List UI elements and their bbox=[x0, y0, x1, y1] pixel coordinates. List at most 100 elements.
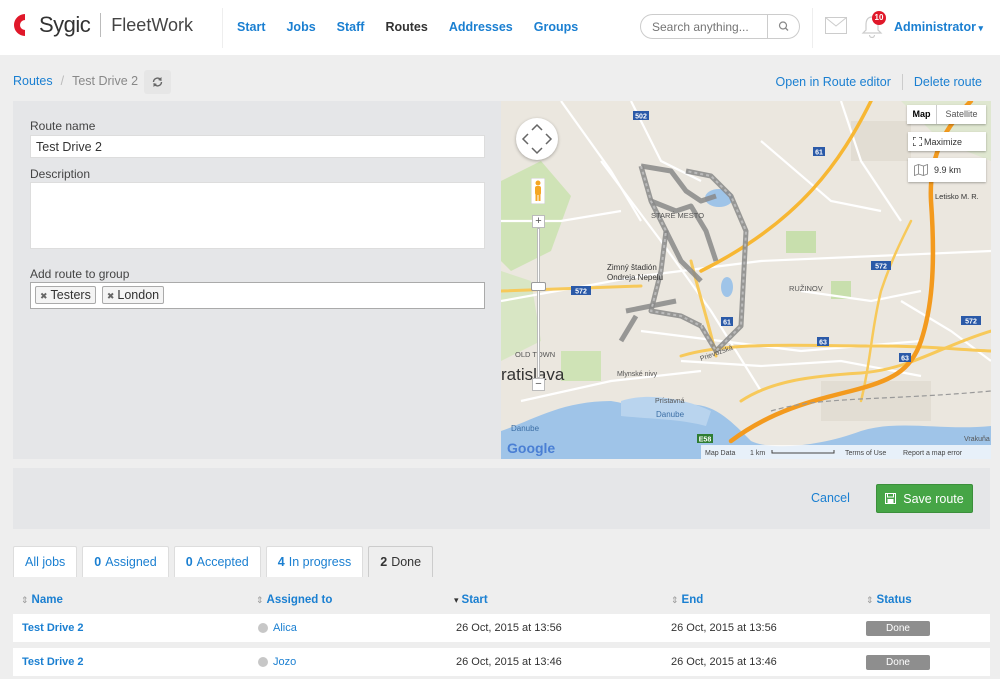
search-icon bbox=[778, 21, 789, 31]
nav-staff[interactable]: Staff bbox=[337, 20, 365, 34]
road-shield-61: 61 bbox=[723, 320, 731, 327]
tab-label: Done bbox=[391, 555, 422, 569]
logo-divider bbox=[100, 13, 102, 37]
route-distance: 9.9 km bbox=[934, 165, 962, 175]
breadcrumb-routes[interactable]: Routes bbox=[13, 74, 53, 88]
route-name-field[interactable] bbox=[30, 135, 485, 158]
group-tag-input[interactable]: ✖ Testers ✖ London bbox=[30, 282, 485, 309]
save-route-label: Save route bbox=[903, 491, 964, 506]
chevron-down-icon: ▾ bbox=[975, 23, 983, 33]
map-type-map[interactable]: Map bbox=[907, 105, 937, 124]
column-label: Status bbox=[876, 594, 912, 606]
search-input[interactable] bbox=[652, 20, 762, 34]
mail-icon[interactable] bbox=[825, 17, 847, 34]
route-distance-box: 9.9 km bbox=[908, 158, 986, 182]
map-canvas: 502 61 572 572 572 61 63 63 E58 STARÉ ME… bbox=[501, 101, 991, 459]
road-shield-502: 502 bbox=[635, 114, 647, 121]
tab-in-progress[interactable]: 4 In progress bbox=[265, 546, 364, 577]
sygic-logo[interactable]: Sygic FleetWork bbox=[11, 12, 193, 38]
terms-of-use-link[interactable]: Terms of Use bbox=[845, 450, 886, 457]
road-shield-63: 63 bbox=[819, 340, 827, 347]
column-header-end[interactable]: ⇕ End bbox=[671, 594, 703, 606]
nav-jobs[interactable]: Jobs bbox=[286, 20, 315, 34]
job-name-link[interactable]: Test Drive 2 bbox=[22, 656, 84, 668]
group-tag-label: London bbox=[117, 288, 160, 302]
map-pan-control[interactable] bbox=[516, 118, 558, 160]
tab-count: 0 bbox=[185, 555, 193, 569]
zoom-slider-track[interactable] bbox=[537, 228, 540, 378]
map-label-danube: Danube bbox=[511, 424, 540, 433]
group-tag: ✖ Testers bbox=[35, 286, 96, 304]
column-label: Start bbox=[461, 594, 488, 606]
logo-text: Sygic bbox=[39, 12, 91, 37]
map-label-pristavna: Prístavná bbox=[655, 398, 685, 405]
column-header-assigned[interactable]: ⇕ Assigned to bbox=[256, 594, 332, 606]
assignee-name: Alica bbox=[273, 622, 297, 634]
cancel-button[interactable]: Cancel bbox=[811, 491, 850, 505]
assignee[interactable]: Alica bbox=[258, 622, 297, 634]
assignee[interactable]: Jozo bbox=[258, 656, 296, 668]
remove-tag-icon[interactable]: ✖ bbox=[107, 291, 115, 301]
report-map-error-link[interactable]: Report a map error bbox=[903, 450, 963, 457]
sort-icon: ⇕ bbox=[671, 595, 679, 605]
zoom-in-button[interactable]: + bbox=[532, 215, 545, 228]
column-label: Assigned to bbox=[266, 594, 333, 606]
map-icon bbox=[914, 164, 928, 176]
tab-accepted[interactable]: 0 Accepted bbox=[173, 546, 261, 577]
tab-count: 0 bbox=[94, 555, 102, 569]
pan-arrows-icon bbox=[521, 123, 553, 155]
tab-all-jobs[interactable]: All jobs bbox=[13, 546, 78, 577]
sygic-logo-icon bbox=[14, 14, 25, 36]
column-header-status[interactable]: ⇕ Status bbox=[866, 594, 912, 606]
road-shield-572: 572 bbox=[875, 264, 887, 271]
actions-divider bbox=[901, 74, 903, 90]
description-field[interactable] bbox=[30, 182, 485, 249]
map-type-satellite[interactable]: Satellite bbox=[937, 105, 986, 124]
road-shield-63: 63 bbox=[901, 356, 909, 363]
road-shield-e58: E58 bbox=[699, 437, 712, 444]
road-shield-572: 572 bbox=[575, 289, 587, 296]
street-view-pegman-icon[interactable] bbox=[531, 178, 545, 204]
open-route-editor-link[interactable]: Open in Route editor bbox=[776, 75, 891, 89]
table-row[interactable]: Test Drive 2 Alica 26 Oct, 2015 at 13:56… bbox=[13, 614, 990, 642]
refresh-button[interactable] bbox=[144, 70, 171, 94]
table-row[interactable]: Test Drive 2 Jozo 26 Oct, 2015 at 13:46 … bbox=[13, 648, 990, 676]
nav-start[interactable]: Start bbox=[237, 20, 265, 34]
zoom-slider-handle[interactable] bbox=[531, 282, 546, 291]
map-label-vrakuna: Vrakuňa bbox=[964, 436, 990, 443]
search-button[interactable] bbox=[767, 15, 799, 38]
route-map[interactable]: 502 61 572 572 572 61 63 63 E58 STARÉ ME… bbox=[501, 101, 991, 459]
user-name: Administrator bbox=[894, 20, 976, 34]
remove-tag-icon[interactable]: ✖ bbox=[40, 291, 48, 301]
sort-icon: ⇕ bbox=[866, 595, 874, 605]
job-name-link[interactable]: Test Drive 2 bbox=[22, 622, 84, 634]
column-header-start[interactable]: ▾ Start bbox=[454, 594, 488, 606]
save-icon bbox=[885, 493, 897, 504]
map-label-ondrej: Ondreja Nepelu bbox=[607, 273, 663, 282]
nav-divider bbox=[222, 8, 223, 48]
nav-addresses[interactable]: Addresses bbox=[449, 20, 513, 34]
column-header-name[interactable]: ⇕ Name bbox=[21, 594, 63, 606]
job-status-tabs: All jobs 0 Assigned 0 Accepted 4 In progres… bbox=[13, 546, 438, 577]
form-actions: Cancel Save route bbox=[13, 468, 990, 529]
nav-groups[interactable]: Groups bbox=[534, 20, 578, 34]
tab-assigned[interactable]: 0 Assigned bbox=[82, 546, 169, 577]
start-time: 26 Oct, 2015 at 13:46 bbox=[456, 656, 562, 668]
delete-route-link[interactable]: Delete route bbox=[914, 75, 982, 89]
tab-label: Accepted bbox=[196, 555, 249, 569]
nav-routes[interactable]: Routes bbox=[385, 20, 427, 34]
user-menu[interactable]: Administrator ▾ bbox=[894, 20, 983, 34]
refresh-icon bbox=[152, 77, 163, 87]
tab-done[interactable]: 2 Done bbox=[368, 546, 434, 577]
map-label-old-town: OLD TOWN bbox=[515, 350, 555, 359]
maximize-icon bbox=[913, 137, 922, 146]
tab-count: 4 bbox=[277, 555, 285, 569]
maximize-button[interactable]: Maximize bbox=[908, 132, 986, 151]
map-scale-label: 1 km bbox=[750, 450, 765, 457]
app-name: FleetWork bbox=[111, 14, 193, 35]
zoom-out-button[interactable]: − bbox=[532, 378, 545, 391]
app-header: Sygic FleetWork Start Jobs Staff Routes … bbox=[0, 0, 1000, 55]
map-label-zimny: Zimný štadión bbox=[607, 263, 657, 272]
route-form: Route name Description Add route to grou… bbox=[13, 101, 501, 459]
save-route-button[interactable]: Save route bbox=[876, 484, 973, 513]
